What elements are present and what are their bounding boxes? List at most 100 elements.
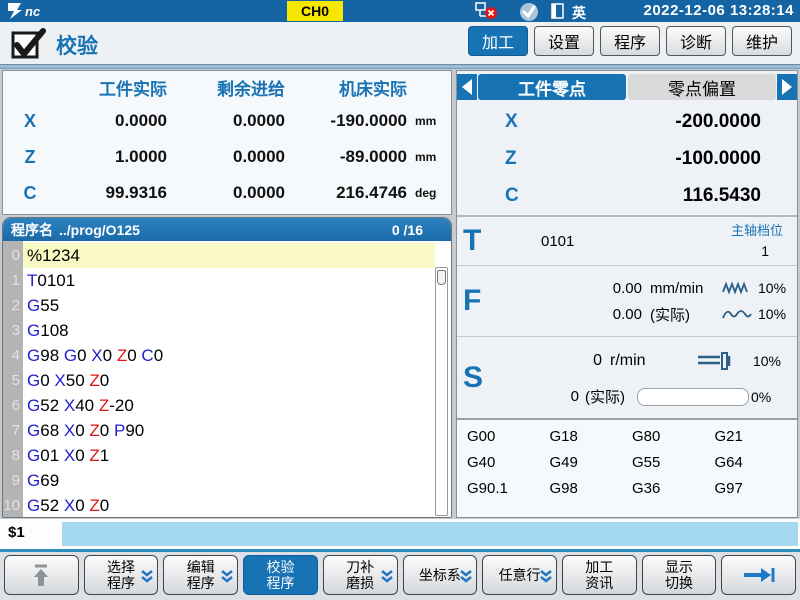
modal-gcode: G40 <box>467 454 550 480</box>
program-line[interactable]: 7 G68 X0 Z0 P90 <box>3 418 435 443</box>
modal-gcode: G64 <box>715 454 798 480</box>
tab-work-zero[interactable]: 工件零点 <box>478 74 626 100</box>
zero-row-X: X -200.0000 <box>457 103 797 140</box>
spindle-load-percent: 0% <box>749 389 771 405</box>
program-line-counter: 0 /16 <box>392 222 451 238</box>
top-status-bar: nc CH0 英 2022-12-06 13:28:14 <box>0 0 800 22</box>
softkey-select-program[interactable]: 选择程序 <box>84 555 159 595</box>
spindle-actual-label: (实际) <box>579 386 637 407</box>
svg-text:nc: nc <box>25 4 41 19</box>
feed-row: F 0.00 mm/min 10% 0.00 (实际) 10% <box>457 265 797 336</box>
col-header-work-actual: 工件实际 <box>57 75 173 100</box>
feed-line: 0.00 mm/min 10% <box>507 275 800 301</box>
modal-gcode: G21 <box>715 428 798 454</box>
chevron-down-icon <box>220 570 234 589</box>
program-line[interactable]: 5 G0 X50 Z0 <box>3 368 435 393</box>
spindle-load-bar <box>637 388 749 406</box>
offset-prev-arrow[interactable] <box>457 74 477 100</box>
chevron-down-icon <box>140 570 154 589</box>
left-triangle-icon <box>462 79 472 95</box>
tab-maintenance[interactable]: 维护 <box>732 26 792 56</box>
program-line[interactable]: 0 %1234 <box>3 243 435 268</box>
program-line[interactable]: 9 G69 <box>3 468 435 493</box>
position-row-X: X 0.0000 0.0000 -190.0000 mm <box>3 103 451 139</box>
program-line[interactable]: 3 G108 <box>3 318 435 343</box>
program-name-label: 程序名 <box>3 220 53 240</box>
position-row-Z: Z 1.0000 0.0000 -89.0000 mm <box>3 139 451 175</box>
program-line[interactable]: 1 T0101 <box>3 268 435 293</box>
position-header-row: 工件实际 剩余进给 机床实际 <box>3 71 451 103</box>
spindle-gear-label: 主轴档位 <box>731 220 783 239</box>
datetime-display: 2022-12-06 13:28:14 <box>644 2 794 19</box>
feed-override-percent: 10% <box>758 306 800 322</box>
program-path: ../prog/O125 <box>53 222 140 238</box>
tab-settings[interactable]: 设置 <box>534 26 594 56</box>
language-indicator[interactable]: 英 <box>572 3 586 23</box>
program-panel: 程序名 ../prog/O125 0 /16 0 %1234 1 T0101 2… <box>2 217 452 518</box>
scrollbar-thumb[interactable] <box>437 270 446 285</box>
offset-next-arrow[interactable] <box>777 74 797 100</box>
softkey-bar: 选择程序 编辑程序 校验程序刀补磨损 坐标系 任意行 加工资讯显示切换 <box>0 552 800 600</box>
position-row-C: C 99.9316 0.0000 216.4746 deg <box>3 175 451 211</box>
channel-badge[interactable]: CH0 <box>287 1 343 21</box>
verify-check-icon <box>10 27 48 66</box>
zero-row-Z: Z -100.0000 <box>457 140 797 177</box>
spindle-override-icon <box>696 352 740 370</box>
return-up-icon <box>27 561 55 589</box>
softkey-display-switch[interactable]: 显示切换 <box>642 555 717 595</box>
modal-gcode: G97 <box>715 480 798 506</box>
softkey-coordinate-system[interactable]: 坐标系 <box>403 555 478 595</box>
softkey-verify-program[interactable]: 校验程序 <box>243 555 318 595</box>
softkey-any-line[interactable]: 任意行 <box>482 555 557 595</box>
program-line[interactable]: 8 G01 X0 Z1 <box>3 443 435 468</box>
program-line[interactable]: 10 G52 X0 Z0 <box>3 493 435 518</box>
chevron-down-icon <box>539 570 553 589</box>
modal-gcode: G36 <box>632 480 715 506</box>
softkey-return[interactable] <box>4 555 79 595</box>
program-line[interactable]: 6 G52 X40 Z-20 <box>3 393 435 418</box>
channel-prompt: $1 <box>8 524 25 541</box>
modal-gcode: G00 <box>467 428 550 454</box>
program-line[interactable]: 2 G55 <box>3 293 435 318</box>
next-right-icon <box>742 566 776 584</box>
spindle-gear-block: 主轴档位 1 <box>731 220 783 259</box>
ime-indicator-icon <box>551 3 564 24</box>
program-header: 程序名 ../prog/O125 0 /16 <box>3 218 451 241</box>
softkey-machining-info[interactable]: 加工资讯 <box>562 555 637 595</box>
tab-diagnosis[interactable]: 诊断 <box>666 26 726 56</box>
program-scrollbar[interactable] <box>435 267 448 516</box>
modal-gcode: G90.1 <box>467 480 550 506</box>
position-panel: 工件实际 剩余进给 机床实际 X 0.0000 0.0000 -190.0000… <box>2 70 452 215</box>
softkey-edit-program[interactable]: 编辑程序 <box>163 555 238 595</box>
mode-tabs: 加工设置程序诊断维护 <box>468 26 792 56</box>
offset-tabs-row: 工件零点零点偏置 <box>457 71 797 101</box>
mdi-input[interactable] <box>62 522 798 546</box>
softkey-tool-wear[interactable]: 刀补磨损 <box>323 555 398 595</box>
program-line[interactable]: 4 G98 G0 X0 Z0 C0 <box>3 343 435 368</box>
chevron-down-icon <box>459 570 473 589</box>
header-separator <box>0 64 800 69</box>
feed-override-percent: 10% <box>758 280 800 296</box>
status-panel: 工件零点零点偏置 X -200.0000 Z -100.0000 C 116.5… <box>456 70 798 518</box>
modal-gcode: G18 <box>550 428 633 454</box>
feed-letter: F <box>457 284 507 318</box>
softkey-next[interactable] <box>721 555 796 595</box>
tool-row: T 0101 主轴档位 1 <box>457 215 797 265</box>
feed-rapid-wave-icon <box>722 281 758 295</box>
feed-actual-wave-icon <box>722 307 758 321</box>
modal-gcode: G55 <box>632 454 715 480</box>
title-bar: 校验 加工设置程序诊断维护 <box>0 22 800 64</box>
col-header-machine-actual: 机床实际 <box>291 75 413 100</box>
tab-program[interactable]: 程序 <box>600 26 660 56</box>
spindle-override-percent: 10% <box>753 353 797 369</box>
spindle-actual-value: 0 <box>507 388 579 405</box>
spindle-speed-value: 0 <box>507 352 602 370</box>
tab-machining[interactable]: 加工 <box>468 26 528 56</box>
modal-gcode: G80 <box>632 428 715 454</box>
page-title: 校验 <box>56 30 98 60</box>
tool-letter: T <box>457 224 507 258</box>
program-listing: 0 %1234 1 T0101 2 G55 3 G108 4 G98 G0 X0… <box>3 241 451 518</box>
tab-zero-offset[interactable]: 零点偏置 <box>628 74 776 100</box>
zero-row-C: C 116.5430 <box>457 177 797 214</box>
spindle-speed-unit: r/min <box>602 352 672 370</box>
